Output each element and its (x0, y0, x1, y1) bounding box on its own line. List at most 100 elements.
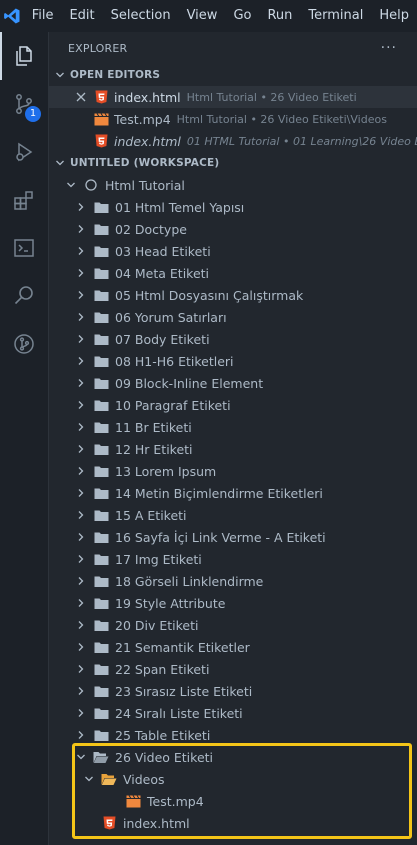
folder-item[interactable]: 14 Metin Biçimlendirme Etiketleri (49, 482, 417, 504)
chevron-right-icon (73, 397, 89, 413)
folder-item[interactable]: 10 Paragraf Etiketi (49, 394, 417, 416)
folder-item[interactable]: 24 Sıralı Liste Etiketi (49, 702, 417, 724)
menu-run[interactable]: Run (259, 0, 300, 32)
folder-open-orange-icon (101, 771, 117, 787)
folder-item[interactable]: 07 Body Etiketi (49, 328, 417, 350)
chevron-right-icon (73, 485, 89, 501)
chevron-right-icon (73, 199, 89, 215)
folder-icon (93, 375, 109, 391)
folder-item[interactable]: 08 H1-H6 Etiketleri (49, 350, 417, 372)
chevron-right-icon (73, 265, 89, 281)
chevron-right-icon (73, 529, 89, 545)
file-item[interactable]: index.html (49, 812, 417, 834)
workspace-root[interactable]: Html Tutorial (49, 174, 417, 196)
tree-item-label: 17 Img Etiketi (115, 551, 202, 567)
chevron-right-icon (73, 617, 89, 633)
folder-icon (93, 243, 109, 259)
menu-file[interactable]: File (24, 0, 62, 32)
folder-item[interactable]: 21 Semantik Etiketler (49, 636, 417, 658)
open-editor-item[interactable]: Test.mp4 Html Tutorial • 26 Video Etiketi… (49, 108, 417, 130)
menu-view[interactable]: View (179, 0, 226, 32)
menu-edit[interactable]: Edit (61, 0, 102, 32)
menu-selection[interactable]: Selection (103, 0, 179, 32)
explorer-title: EXPLORER (68, 41, 128, 55)
more-actions-icon[interactable]: ··· (381, 40, 397, 56)
chevron-right-icon (73, 573, 89, 589)
git-graph-icon[interactable] (0, 320, 48, 368)
menu-help[interactable]: Help (371, 0, 417, 32)
open-editors-title: OPEN EDITORS (70, 69, 161, 81)
folder-item[interactable]: 06 Yorum Satırları (49, 306, 417, 328)
folder-item[interactable]: 23 Sırasız Liste Etiketi (49, 680, 417, 702)
chevron-down-icon (81, 771, 97, 787)
tree-item-label: Videos (123, 771, 165, 787)
tree-item-label: 10 Paragraf Etiketi (115, 397, 231, 413)
folder-icon (93, 573, 109, 589)
folder-icon (93, 441, 109, 457)
folder-item[interactable]: 15 A Etiketi (49, 504, 417, 526)
source-control-icon[interactable]: 1 (0, 80, 48, 128)
folder-item-open[interactable]: 26 Video Etiketi (49, 746, 417, 768)
folder-item[interactable]: 20 Div Etiketi (49, 614, 417, 636)
extensions-icon[interactable] (0, 176, 48, 224)
tree-item-label: 04 Meta Etiketi (115, 265, 210, 281)
chevron-right-icon (73, 441, 89, 457)
chevron-right-icon (73, 661, 89, 677)
folder-item[interactable]: 03 Head Etiketi (49, 240, 417, 262)
tree-item-label: 22 Span Etiketi (115, 661, 210, 677)
folder-item[interactable]: 01 Html Temel Yapısı (49, 196, 417, 218)
file-item[interactable]: Test.mp4 (49, 790, 417, 812)
folder-item[interactable]: 11 Br Etiketi (49, 416, 417, 438)
folder-item[interactable]: 25 Table Etiketi (49, 724, 417, 746)
folder-item[interactable]: 22 Span Etiketi (49, 658, 417, 680)
folder-icon (93, 639, 109, 655)
folder-item[interactable]: 19 Style Attribute (49, 592, 417, 614)
open-editor-path: 01 HTML Tutorial • 01 Learning\26 Video … (186, 134, 417, 148)
menu-terminal[interactable]: Terminal (300, 0, 371, 32)
chevron-right-icon (73, 243, 89, 259)
folder-icon (93, 529, 109, 545)
tree-item-label: 23 Sırasız Liste Etiketi (115, 683, 253, 699)
folder-item[interactable]: 18 Görseli Linklendirme (49, 570, 417, 592)
chevron-down-icon (50, 158, 70, 168)
folder-item[interactable]: 09 Block-Inline Element (49, 372, 417, 394)
tree-item-label: 20 Div Etiketi (115, 617, 199, 633)
explorer-icon[interactable] (0, 32, 48, 80)
folder-item[interactable]: 16 Sayfa İçi Link Verme - A Etiketi (49, 526, 417, 548)
close-icon[interactable] (73, 89, 89, 105)
folder-icon (93, 705, 109, 721)
folder-item[interactable]: 02 Doctype (49, 218, 417, 240)
html5-icon (93, 133, 109, 149)
title-bar: File Edit Selection View Go Run Terminal Help (0, 0, 417, 32)
folder-item[interactable]: 12 Hr Etiketi (49, 438, 417, 460)
folder-icon (93, 287, 109, 303)
run-debug-icon[interactable] (0, 128, 48, 176)
tree-item-label: 07 Body Etiketi (115, 331, 210, 347)
open-editor-item[interactable]: index.html 01 HTML Tutorial • 01 Learning… (49, 130, 417, 152)
folder-icon (93, 221, 109, 237)
search-icon[interactable] (0, 272, 48, 320)
tree-item-label: 26 Video Etiketi (115, 749, 214, 765)
subfolder-item[interactable]: Videos (49, 768, 417, 790)
terminal-icon[interactable] (0, 224, 48, 272)
open-editor-item[interactable]: index.html Html Tutorial • 26 Video Etike… (49, 86, 417, 108)
chevron-down-icon (63, 177, 79, 193)
folder-item[interactable]: 04 Meta Etiketi (49, 262, 417, 284)
open-editors-section[interactable]: OPEN EDITORS (49, 64, 417, 86)
chevron-right-icon (73, 463, 89, 479)
menu-bar: File Edit Selection View Go Run Terminal Help (24, 0, 417, 32)
tree-item-label: 24 Sıralı Liste Etiketi (115, 705, 243, 721)
tree-item-label: 19 Style Attribute (115, 595, 226, 611)
open-editors-list: index.html Html Tutorial • 26 Video Etike… (49, 86, 417, 152)
folder-item[interactable]: 05 Html Dosyasını Çalıştırmak (49, 284, 417, 306)
folder-item[interactable]: 13 Lorem Ipsum (49, 460, 417, 482)
explorer-sidebar: EXPLORER ··· OPEN EDITORS index.html Html… (49, 32, 417, 845)
tree-item-label: 14 Metin Biçimlendirme Etiketleri (115, 485, 323, 501)
tree-item-label: 15 A Etiketi (115, 507, 187, 523)
folder-item[interactable]: 17 Img Etiketi (49, 548, 417, 570)
folder-icon (93, 331, 109, 347)
chevron-right-icon (73, 287, 89, 303)
chevron-right-icon (73, 419, 89, 435)
workspace-section[interactable]: UNTITLED (WORKSPACE) (49, 152, 417, 174)
menu-go[interactable]: Go (225, 0, 259, 32)
